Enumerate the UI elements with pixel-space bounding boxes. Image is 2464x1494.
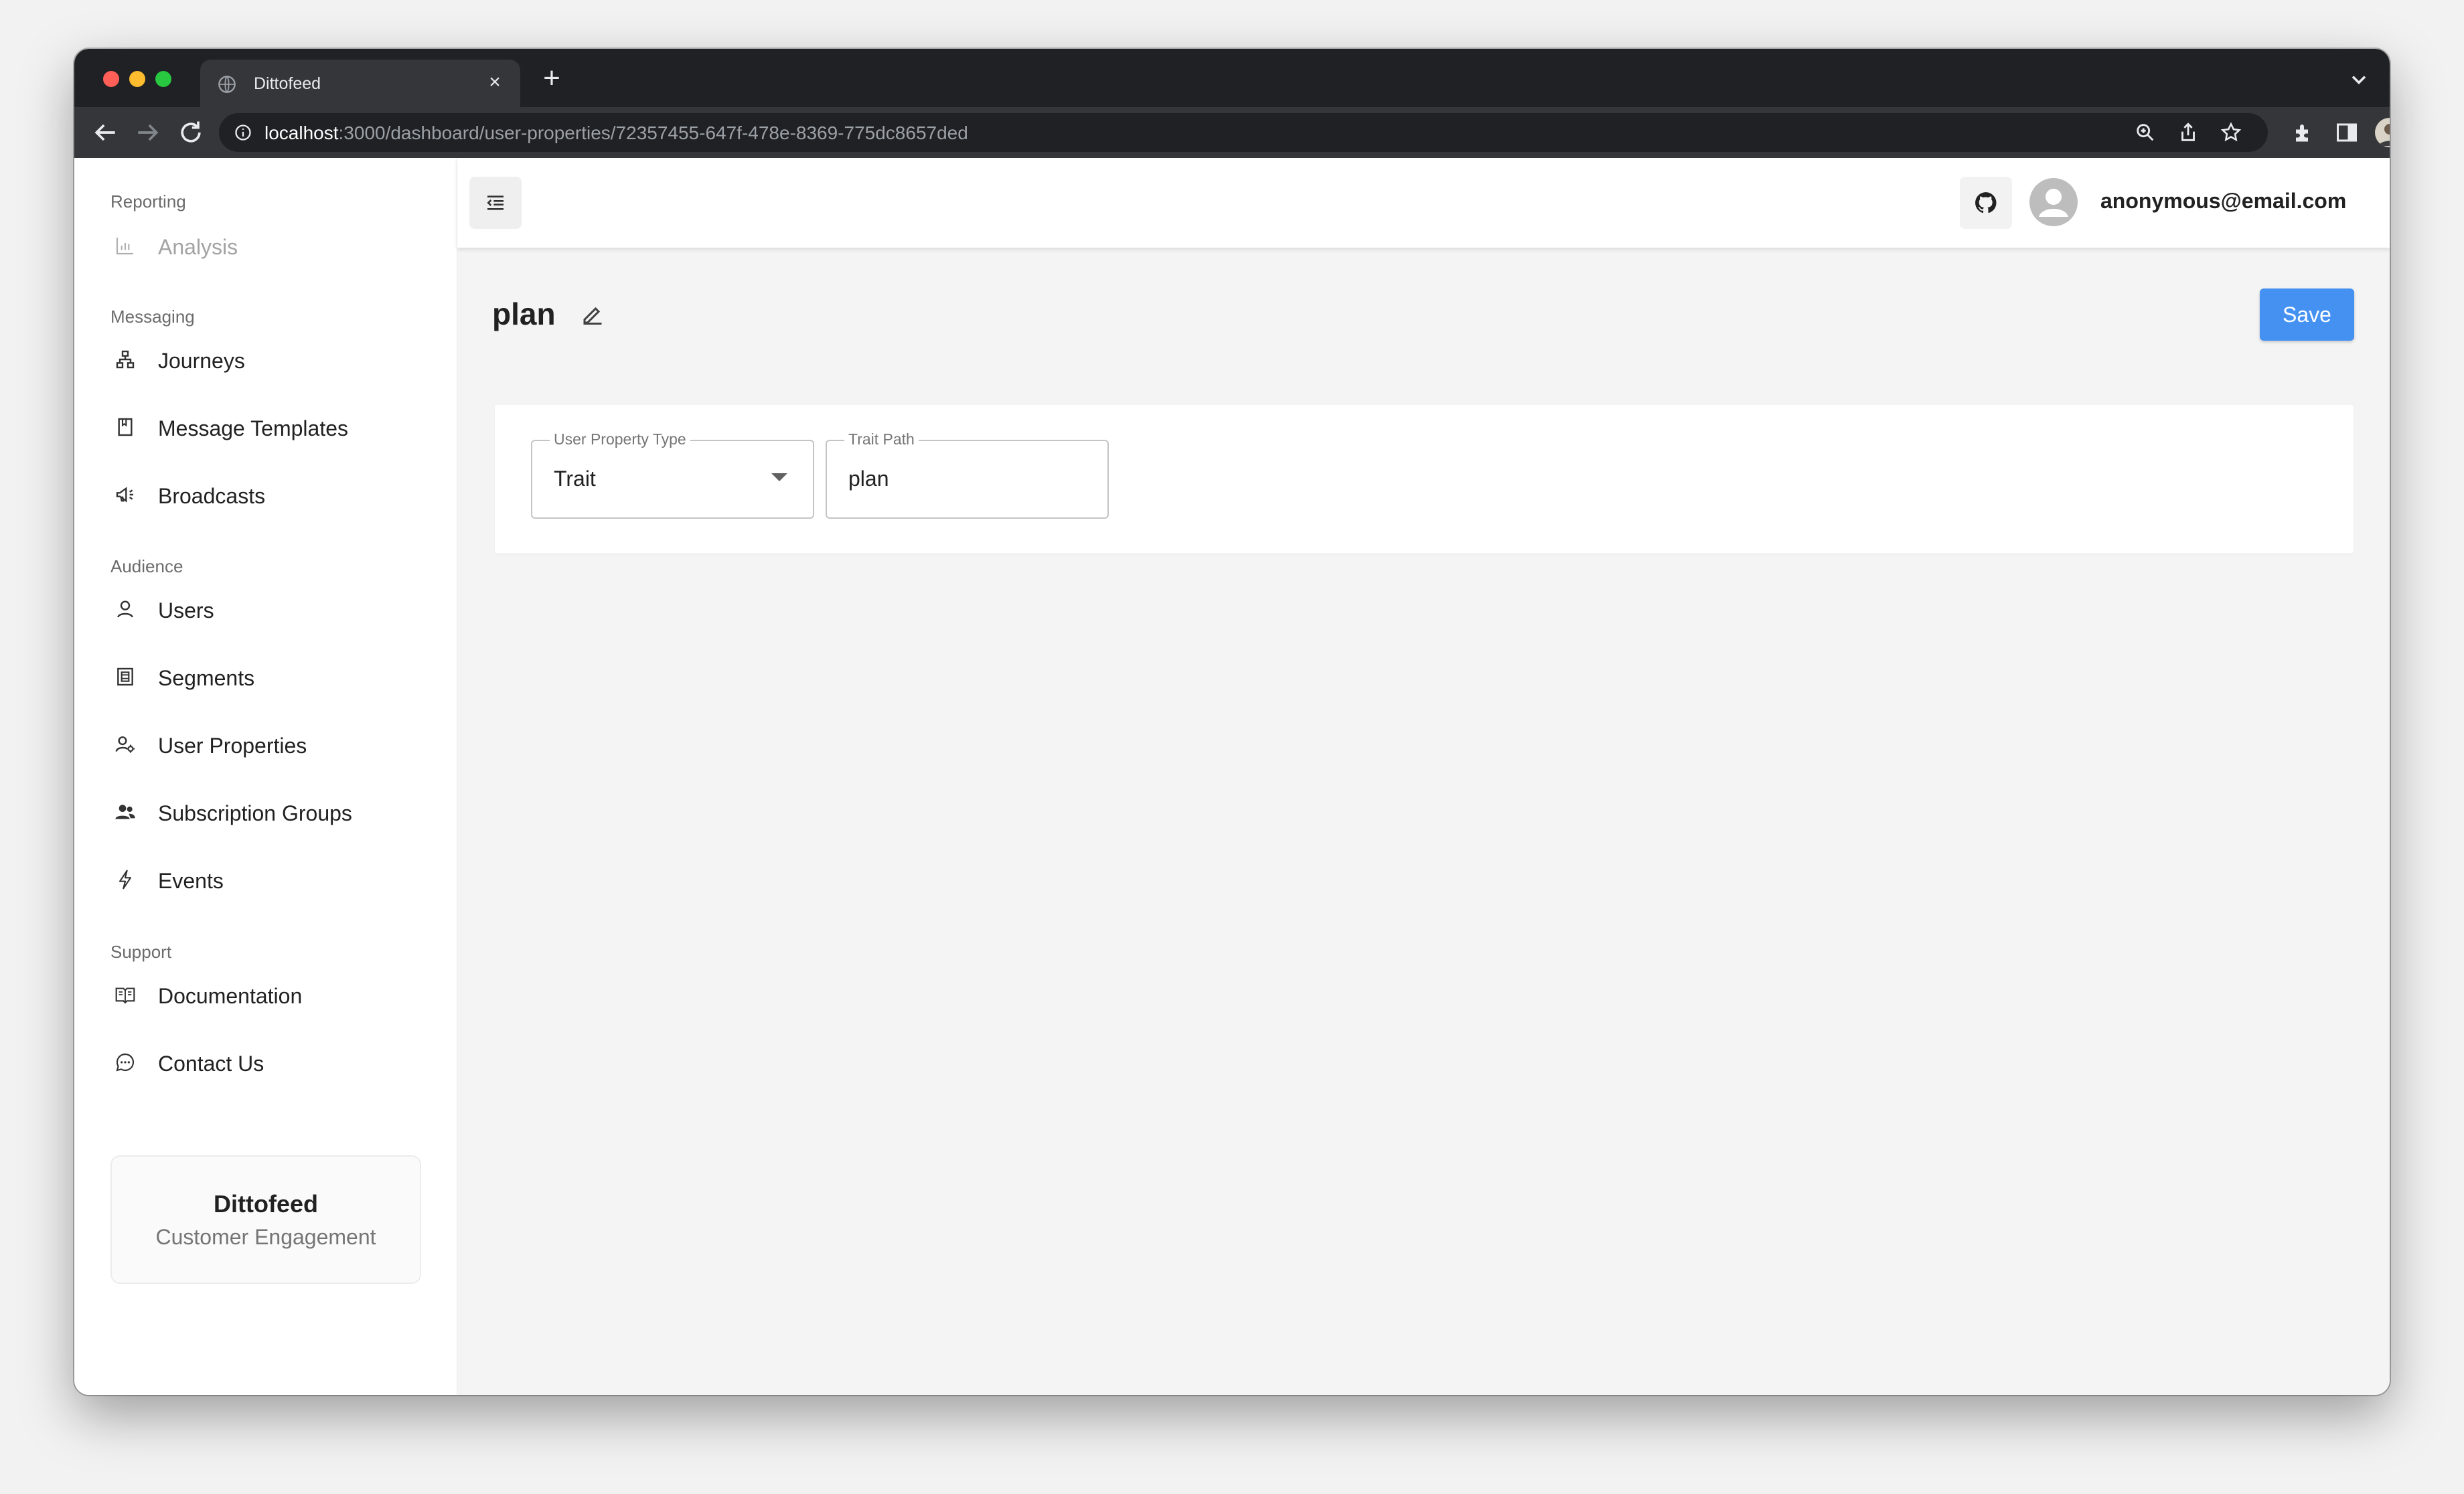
megaphone-icon bbox=[116, 487, 133, 503]
sidebar-item-journeys[interactable]: Journeys bbox=[110, 339, 432, 379]
journeys-icon bbox=[116, 350, 135, 369]
site-info-icon[interactable] bbox=[234, 123, 252, 142]
brand-tagline: Customer Engagement bbox=[155, 1225, 376, 1249]
section-label-audience: Audience bbox=[110, 556, 183, 576]
trait-path-input[interactable]: Trait Path plan bbox=[826, 430, 1109, 519]
extensions-icon[interactable] bbox=[2292, 120, 2316, 145]
reload-icon[interactable] bbox=[176, 118, 206, 147]
app-header: anonymous@email.com bbox=[457, 158, 2390, 248]
sidebar-item-label: Analysis bbox=[158, 235, 238, 259]
sidebar-item-label: Users bbox=[158, 598, 214, 622]
github-button[interactable] bbox=[1960, 177, 2012, 229]
bookmark-star-icon[interactable] bbox=[2220, 121, 2242, 144]
sidebar-item-label: Documentation bbox=[158, 984, 303, 1008]
sidebar-item-label: User Properties bbox=[158, 734, 307, 758]
brand-name: Dittofeed bbox=[214, 1190, 318, 1218]
sidebar-item-subscription-groups[interactable]: Subscription Groups bbox=[110, 791, 432, 831]
user-gear-icon bbox=[115, 736, 135, 753]
lightning-icon bbox=[119, 869, 132, 890]
template-icon bbox=[118, 418, 133, 436]
book-icon bbox=[115, 987, 135, 1004]
property-form-card: User Property Type Trait Trait Path plan bbox=[495, 405, 2354, 554]
forward-arrow-icon[interactable] bbox=[133, 118, 163, 147]
window-minimize-button[interactable] bbox=[129, 71, 145, 87]
property-type-value: Trait bbox=[554, 467, 596, 491]
user-icon bbox=[117, 600, 133, 618]
sidebar-item-events[interactable]: Events bbox=[110, 859, 432, 899]
sidebar-item-label: Message Templates bbox=[158, 416, 348, 440]
sidebar-item-label: Broadcasts bbox=[158, 484, 266, 508]
menu-collapse-icon bbox=[487, 195, 504, 210]
browser-toolbar: localhost:3000/dashboard/user-properties… bbox=[74, 107, 2390, 158]
sidebar-item-users[interactable]: Users bbox=[110, 588, 432, 629]
side-panel-icon[interactable] bbox=[2335, 120, 2359, 145]
github-icon bbox=[1975, 192, 1997, 214]
trait-path-label: Trait Path bbox=[844, 430, 919, 448]
property-type-select[interactable]: User Property Type Trait bbox=[531, 430, 814, 519]
person-icon bbox=[2379, 124, 2390, 146]
property-type-label: User Property Type bbox=[550, 430, 690, 448]
sidebar-item-segments[interactable]: Segments bbox=[110, 656, 432, 696]
chat-icon bbox=[116, 1053, 135, 1072]
window-zoom-button[interactable] bbox=[155, 71, 171, 87]
user-avatar[interactable] bbox=[2029, 178, 2078, 226]
share-icon[interactable] bbox=[2177, 121, 2200, 144]
person-icon bbox=[2039, 189, 2068, 217]
edit-pencil-icon[interactable] bbox=[581, 303, 605, 327]
sidebar-item-contact-us[interactable]: Contact Us bbox=[110, 1042, 432, 1082]
sidebar-item-label: Journeys bbox=[158, 349, 245, 373]
back-arrow-icon[interactable] bbox=[90, 118, 120, 147]
group-icon bbox=[115, 805, 135, 819]
sidebar-item-label: Contact Us bbox=[158, 1052, 264, 1076]
window-close-button[interactable] bbox=[103, 71, 119, 87]
chevron-down-icon[interactable] bbox=[2347, 68, 2371, 92]
segments-icon bbox=[117, 667, 133, 686]
sidebar-item-label: Events bbox=[158, 869, 224, 893]
sidebar-item-label: Segments bbox=[158, 666, 255, 690]
new-tab-icon[interactable]: + bbox=[536, 64, 567, 94]
brand-card: Dittofeed Customer Engagement bbox=[110, 1155, 421, 1284]
user-email: anonymous@email.com bbox=[2100, 189, 2347, 213]
trait-path-value: plan bbox=[848, 467, 889, 491]
chart-icon bbox=[116, 238, 133, 255]
browser-tab-bar: Dittofeed × + bbox=[74, 49, 2390, 107]
save-button[interactable]: Save bbox=[2260, 288, 2354, 341]
sidebar-item-broadcasts[interactable]: Broadcasts bbox=[110, 474, 432, 514]
zoom-icon[interactable] bbox=[2134, 121, 2157, 144]
sidebar-item-user-properties[interactable]: User Properties bbox=[110, 724, 432, 764]
section-label-support: Support bbox=[110, 942, 172, 962]
sidebar-item-message-templates[interactable]: Message Templates bbox=[110, 406, 432, 446]
app-root: Reporting Analysis Messaging Journeys Me… bbox=[74, 158, 2390, 1395]
url-path: :3000/dashboard/user-properties/72357455… bbox=[338, 122, 968, 143]
page-title: plan bbox=[492, 297, 556, 331]
browser-tab[interactable]: Dittofeed × bbox=[200, 60, 520, 107]
sidebar-toggle-button[interactable] bbox=[469, 177, 522, 229]
sidebar-item-documentation[interactable]: Documentation bbox=[110, 974, 432, 1014]
section-label-messaging: Messaging bbox=[110, 307, 195, 327]
section-label-reporting: Reporting bbox=[110, 191, 186, 212]
sidebar: Reporting Analysis Messaging Journeys Me… bbox=[74, 158, 457, 1395]
url-text: localhost:3000/dashboard/user-properties… bbox=[264, 122, 968, 144]
sidebar-item-analysis: Analysis bbox=[110, 225, 432, 265]
profile-avatar[interactable] bbox=[2375, 118, 2390, 147]
url-host: localhost bbox=[264, 122, 339, 143]
browser-window: Dittofeed × + localhost:3000/dashboard/u… bbox=[74, 49, 2390, 1395]
address-bar[interactable]: localhost:3000/dashboard/user-properties… bbox=[219, 113, 2268, 152]
dropdown-arrow-icon bbox=[771, 473, 787, 481]
tab-title: Dittofeed bbox=[254, 74, 321, 93]
tab-close-icon[interactable]: × bbox=[481, 69, 508, 96]
globe-icon bbox=[218, 76, 236, 93]
sidebar-item-label: Subscription Groups bbox=[158, 801, 352, 825]
